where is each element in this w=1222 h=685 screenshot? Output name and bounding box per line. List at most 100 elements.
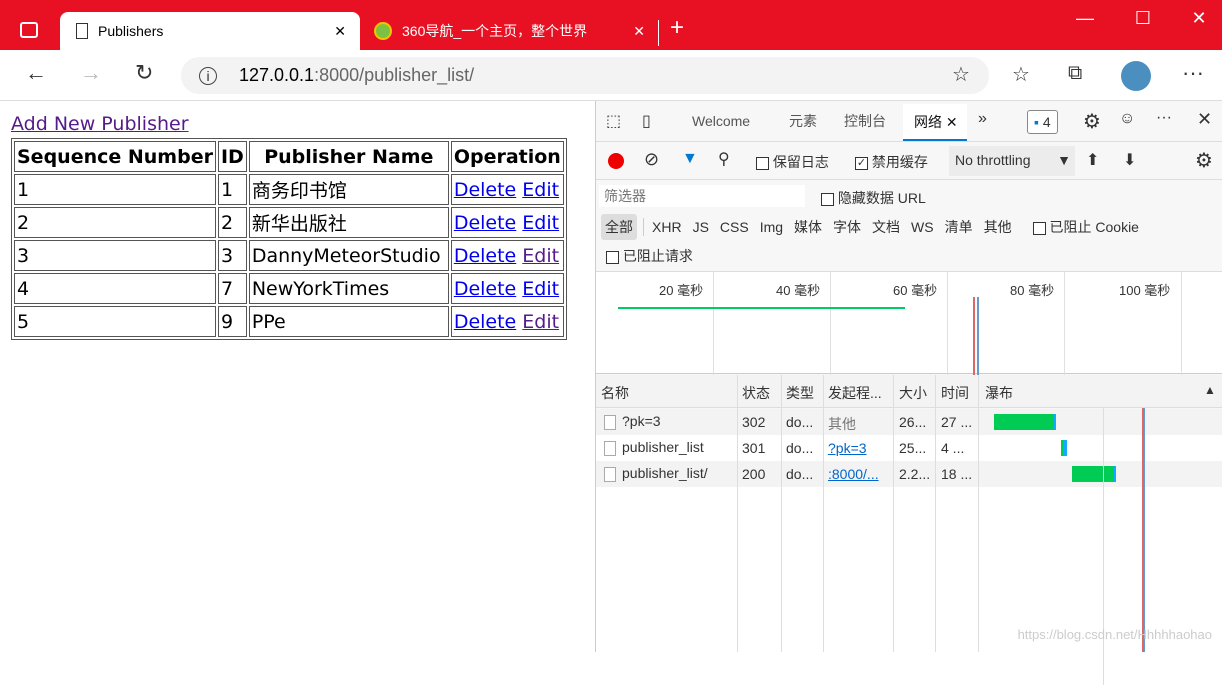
delete-link[interactable]: Delete xyxy=(454,278,516,300)
disable-cache-checkbox[interactable]: ✓ 禁用缓存 xyxy=(855,152,928,172)
blocked-requests-checkbox[interactable]: 已阻止请求 xyxy=(596,246,1222,270)
watermark: https://blog.csdn.net/Hhhhhaohao xyxy=(1017,627,1212,642)
address-bar[interactable]: i 127.0.0.1:8000/publisher_list/ xyxy=(181,57,989,94)
blocked-cookies-checkbox[interactable]: 已阻止 Cookie xyxy=(1032,217,1139,237)
more-icon[interactable]: ··· xyxy=(1156,109,1172,127)
id: 7 xyxy=(217,273,247,304)
issues-button[interactable]: ▪ 4 xyxy=(1027,110,1058,134)
edit-link[interactable]: Edit xyxy=(522,245,559,267)
maximize-icon[interactable]: ☐ xyxy=(1120,8,1166,29)
new-tab-icon[interactable]: + xyxy=(670,14,684,42)
timeline-overview[interactable]: 20 毫秒 40 毫秒 60 毫秒 80 毫秒 100 毫秒 xyxy=(596,271,1222,375)
request-row[interactable]: publisher_list/ 200 do... :8000/... 2.2.… xyxy=(596,461,1222,487)
throttling-select[interactable]: No throttling ▼ xyxy=(949,146,1075,176)
type-manifest[interactable]: 清单 xyxy=(945,217,973,237)
close-devtools-icon[interactable]: ✕ xyxy=(1197,109,1212,130)
settings-icon[interactable]: ⚙ xyxy=(1083,109,1101,134)
waterfall-bar xyxy=(1072,466,1116,482)
close-tab-icon[interactable]: ✕ xyxy=(334,23,346,40)
tab-network[interactable]: 网络 ✕ xyxy=(903,104,967,141)
edit-link[interactable]: Edit xyxy=(522,212,559,234)
header-id: ID xyxy=(217,141,247,172)
header-operation: Operation xyxy=(450,141,564,172)
tick-label: 80 毫秒 xyxy=(1010,283,1055,298)
delete-link[interactable]: Delete xyxy=(454,212,516,234)
type-all[interactable]: 全部 xyxy=(601,214,637,240)
inspect-icon[interactable]: ⬚ xyxy=(606,111,621,131)
refresh-icon[interactable]: ↻ xyxy=(135,60,153,86)
type-js[interactable]: JS xyxy=(693,219,709,235)
forward-icon[interactable]: → xyxy=(80,60,102,86)
site-icon xyxy=(374,22,392,40)
delete-link[interactable]: Delete xyxy=(454,179,516,201)
delete-link[interactable]: Delete xyxy=(454,245,516,267)
add-publisher-link[interactable]: Add New Publisher xyxy=(11,113,189,135)
tab-welcome[interactable]: Welcome xyxy=(692,101,750,141)
import-har-icon[interactable]: ⬆ xyxy=(1086,150,1099,170)
network-settings-icon[interactable]: ⚙ xyxy=(1195,148,1213,173)
tab-360[interactable]: 360导航_一个主页，整个世界 ✕ xyxy=(362,12,657,50)
info-icon[interactable]: i xyxy=(199,66,217,85)
name: 商务印书馆 xyxy=(248,174,449,205)
edit-link[interactable]: Edit xyxy=(522,179,559,201)
col-name[interactable]: 名称 xyxy=(601,383,629,403)
tab-elements[interactable]: 元素 xyxy=(789,101,817,141)
filter-icon[interactable]: ▼ xyxy=(682,150,698,168)
preserve-log-checkbox[interactable]: 保留日志 xyxy=(756,152,829,172)
document-icon xyxy=(604,466,616,482)
type-font[interactable]: 字体 xyxy=(833,217,861,237)
name: PPe xyxy=(248,306,449,337)
clear-icon[interactable]: ⊘ xyxy=(644,149,659,170)
more-tabs-icon[interactable]: » xyxy=(978,110,987,128)
close-icon[interactable]: ✕ xyxy=(946,114,958,130)
feedback-icon[interactable]: ☺ xyxy=(1119,110,1135,128)
collections-icon[interactable]: ⧉ xyxy=(1068,62,1082,85)
col-waterfall[interactable]: 瀑布 xyxy=(985,383,1013,403)
tab-publishers[interactable]: Publishers ✕ xyxy=(60,12,360,50)
type-css[interactable]: CSS xyxy=(720,219,749,235)
minimize-icon[interactable]: — xyxy=(1062,8,1108,29)
favorites-icon[interactable]: ☆ xyxy=(1012,62,1030,87)
url-host: 127.0.0.1 xyxy=(239,65,315,85)
edit-link[interactable]: Edit xyxy=(522,311,559,333)
type-media[interactable]: 媒体 xyxy=(794,217,822,237)
col-status[interactable]: 状态 xyxy=(742,383,770,403)
sort-ascending-icon[interactable]: ▲ xyxy=(1204,383,1216,397)
type-xhr[interactable]: XHR xyxy=(652,219,682,235)
col-initiator[interactable]: 发起程... xyxy=(828,383,882,403)
search-icon[interactable]: ⚲ xyxy=(718,149,730,169)
table-row: 3 3 DannyMeteorStudio Delete Edit xyxy=(14,240,564,271)
back-icon[interactable]: ← xyxy=(25,60,47,86)
page-icon xyxy=(76,23,88,39)
close-tab-icon[interactable]: ✕ xyxy=(633,23,645,40)
export-har-icon[interactable]: ⬇ xyxy=(1123,150,1136,170)
col-type[interactable]: 类型 xyxy=(786,383,814,403)
delete-link[interactable]: Delete xyxy=(454,311,516,333)
close-window-icon[interactable]: ✕ xyxy=(1176,8,1222,29)
record-icon[interactable] xyxy=(608,153,624,169)
request-row[interactable]: publisher_list 301 do... ?pk=3 25... 4 .… xyxy=(596,435,1222,461)
type-doc[interactable]: 文档 xyxy=(872,217,900,237)
issues-icon: ▪ xyxy=(1034,114,1039,130)
col-size[interactable]: 大小 xyxy=(899,383,927,403)
edit-link[interactable]: Edit xyxy=(522,278,559,300)
document-icon xyxy=(604,414,616,430)
initiator-link[interactable]: ?pk=3 xyxy=(828,440,867,456)
device-icon[interactable]: ▯ xyxy=(642,111,651,131)
favorite-add-icon[interactable]: ☆ xyxy=(952,62,970,87)
tab-actions-icon[interactable] xyxy=(20,22,38,38)
header-name: Publisher Name xyxy=(248,141,449,172)
type-other[interactable]: 其他 xyxy=(984,217,1012,237)
tab-console[interactable]: 控制台 xyxy=(844,101,886,141)
hide-data-urls-checkbox[interactable]: 隐藏数据 URL xyxy=(821,188,926,208)
initiator-link[interactable]: :8000/... xyxy=(828,466,888,482)
publisher-table: Sequence Number ID Publisher Name Operat… xyxy=(11,138,567,340)
address-toolbar: ← → ↻ i 127.0.0.1:8000/publisher_list/ ☆… xyxy=(0,50,1222,101)
filter-input[interactable] xyxy=(599,185,805,207)
type-img[interactable]: Img xyxy=(760,219,783,235)
type-ws[interactable]: WS xyxy=(911,219,934,235)
col-time[interactable]: 时间 xyxy=(941,383,969,403)
avatar[interactable] xyxy=(1121,61,1151,91)
request-row[interactable]: ?pk=3 302 do... 其他 26... 27 ... xyxy=(596,409,1222,435)
more-icon[interactable]: ··· xyxy=(1182,60,1204,86)
